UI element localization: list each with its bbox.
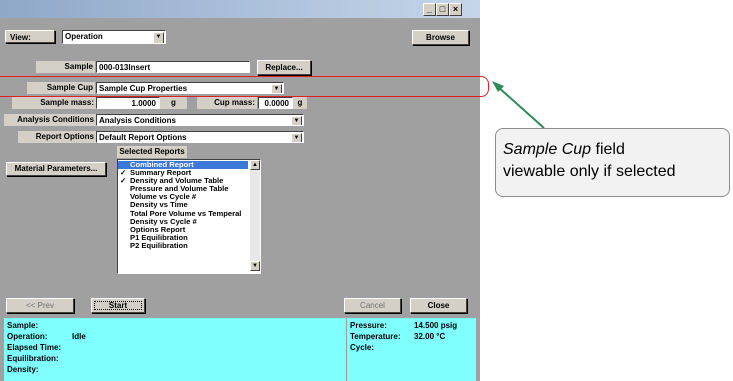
view-label: View: (5, 30, 55, 43)
check-icon: ✓ (120, 169, 127, 178)
callout-text-2: viewable only if selected (503, 163, 676, 180)
status-equilibration-label: Equilibration: (7, 354, 59, 363)
sample-mass-label: Sample mass: (12, 97, 96, 109)
sample-mass-field[interactable]: 1.0000 (96, 97, 160, 109)
sample-label: Sample (36, 61, 95, 73)
report-list-item[interactable]: ✓ Summary Report (118, 169, 248, 177)
report-list-item[interactable]: Density vs Time (118, 201, 248, 209)
status-pressure-label: Pressure: (350, 321, 387, 330)
browse-button[interactable]: Browse (412, 30, 469, 45)
scroll-down-icon[interactable]: ▼ (250, 261, 260, 271)
selected-reports-list[interactable]: Combined Report ✓ Summary Report ✓ Density a… (117, 159, 261, 274)
status-divider (346, 318, 347, 381)
maximize-icon[interactable]: □ (436, 3, 449, 16)
status-operation-value: Idle (72, 332, 86, 341)
check-icon: ✓ (120, 177, 127, 186)
report-list-item-label: Pressure and Volume Table (130, 185, 229, 194)
report-list-item[interactable]: Pressure and Volume Table (118, 185, 248, 193)
status-density-label: Density: (7, 365, 39, 374)
replace-button[interactable]: Replace... (257, 60, 311, 75)
status-temperature-label: Temperature: (350, 332, 401, 341)
analysis-conditions-label: Analysis Conditions (4, 114, 96, 126)
view-dropdown-value: Operation (65, 32, 103, 41)
report-list-item-label: Density vs Cycle # (130, 217, 197, 226)
report-list-item-label: Density and Volume Table (130, 177, 224, 186)
report-list-item[interactable]: Volume vs Cycle # (118, 193, 248, 201)
report-list-item-label: P1 Equilibration (130, 233, 188, 242)
report-list-item-label: Density vs Time (130, 201, 188, 210)
callout-italic-text: Sample Cup (503, 141, 592, 158)
report-options-label: Report Options (18, 131, 96, 143)
scroll-up-icon[interactable]: ▲ (250, 160, 260, 170)
report-options-value: Default Report Options (99, 133, 187, 142)
chevron-down-icon[interactable]: ▼ (291, 116, 302, 125)
close-icon[interactable]: × (449, 3, 462, 16)
analysis-conditions-value: Analysis Conditions (99, 116, 176, 125)
selected-reports-label: Selected Reports (117, 146, 187, 158)
report-list-item[interactable]: P2 Equilibration (118, 242, 248, 250)
callout-line-1: Sample Cup field (503, 139, 729, 161)
cancel-button[interactable]: Cancel (344, 298, 401, 313)
report-list-item[interactable]: Options Report (118, 226, 248, 234)
report-list-item-label: Summary Report (130, 169, 192, 178)
start-button[interactable]: Start (91, 298, 145, 313)
status-elapsed-label: Elapsed Time: (7, 343, 62, 352)
callout-text-1: field (591, 141, 625, 158)
callout-arrow (492, 81, 545, 129)
report-list-item-label: Options Report (130, 225, 186, 234)
report-list-item[interactable]: P1 Equilibration (118, 234, 248, 242)
status-pressure-value: 14.500 psig (414, 321, 458, 330)
status-sample-label: Sample: (7, 321, 39, 330)
cup-mass-label: Cup mass: (197, 97, 257, 109)
cup-mass-unit: g (293, 97, 307, 109)
status-temperature-value: 32.00 °C (414, 332, 446, 341)
report-list-item[interactable]: Combined Report (118, 161, 248, 170)
scrollbar[interactable]: ▲ ▼ (250, 160, 260, 271)
status-operation-label: Operation: (7, 332, 48, 341)
chevron-down-icon[interactable]: ▼ (291, 133, 302, 142)
report-list-item-label: Total Pore Volume vs Temperal (130, 209, 242, 218)
report-list-item[interactable]: ✓ Density and Volume Table (118, 177, 248, 185)
status-panel: Sample: Operation: Idle Elapsed Time: Eq… (4, 318, 476, 381)
application-window: _ □ × View: Operation ▼ Browse Sample 00… (0, 0, 480, 381)
close-button[interactable]: Close (410, 298, 467, 313)
report-list-item-label: Combined Report (130, 161, 194, 169)
view-dropdown[interactable]: Operation ▼ (62, 30, 166, 44)
prev-button[interactable]: << Prev (6, 298, 74, 313)
analysis-conditions-dropdown[interactable]: Analysis Conditions ▼ (96, 114, 304, 126)
status-cycle-label: Cycle: (350, 343, 375, 352)
sample-mass-unit: g (160, 97, 187, 109)
report-options-dropdown[interactable]: Default Report Options ▼ (96, 131, 304, 143)
callout-box: Sample Cup field viewable only if select… (495, 128, 730, 197)
material-parameters-button[interactable]: Material Parameters... (6, 162, 106, 176)
chevron-down-icon[interactable]: ▼ (153, 32, 164, 43)
report-list-item[interactable]: Density vs Cycle # (118, 218, 248, 226)
report-list-item-label: Volume vs Cycle # (130, 193, 197, 202)
cup-mass-field[interactable]: 0.0000 (258, 97, 293, 109)
sample-field[interactable]: 000-013Insert (96, 61, 250, 73)
minimize-icon[interactable]: _ (423, 3, 436, 16)
report-list-item-label: P2 Equilibration (130, 241, 188, 250)
title-bar: _ □ × (0, 0, 480, 18)
report-list-item[interactable]: Total Pore Volume vs Temperal (118, 210, 248, 218)
highlight-box (0, 76, 489, 97)
